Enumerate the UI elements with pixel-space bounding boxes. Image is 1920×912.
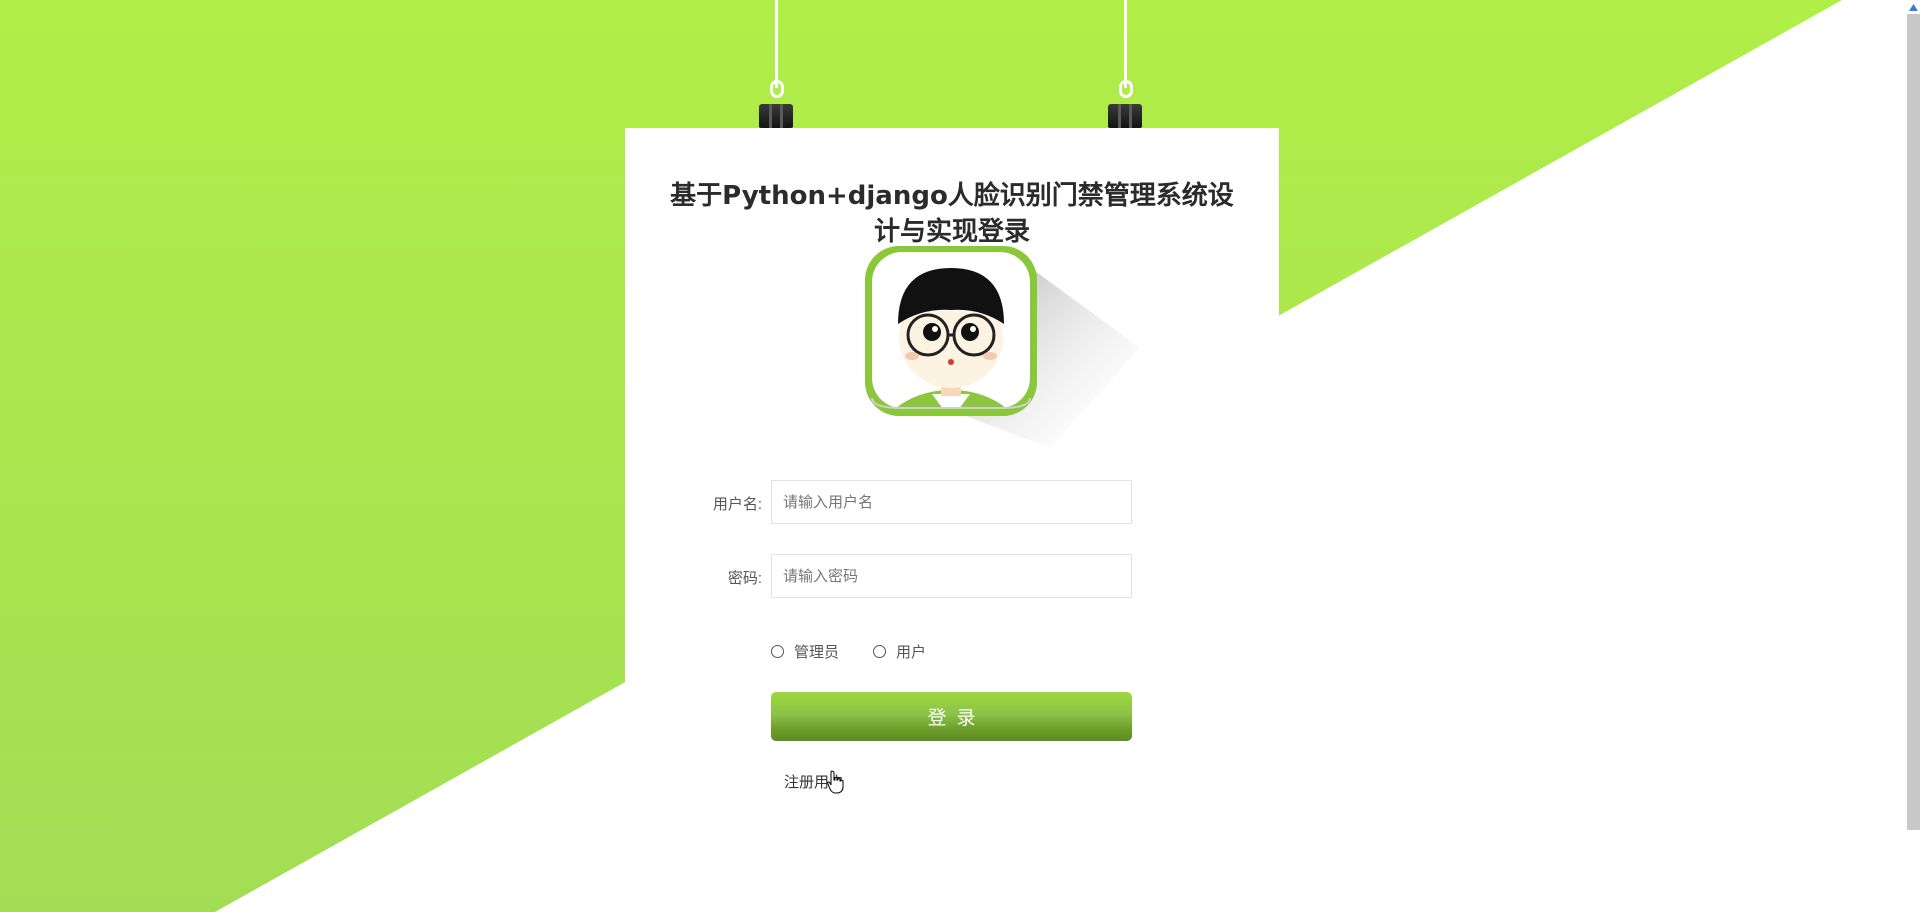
admin-radio[interactable] (771, 645, 784, 658)
username-label: 用户名: (712, 496, 762, 513)
admin-radio-label: 管理员 (794, 644, 840, 661)
role-option-user[interactable]: 用户 (873, 641, 926, 662)
binder-clip-right (1108, 104, 1142, 128)
hanging-string-right (1124, 0, 1127, 88)
password-input[interactable] (771, 554, 1132, 598)
login-page: 基于Python+django人脸识别门禁管理系统设计与实现登录 用户名: 请输… (0, 0, 1920, 912)
vertical-scrollbar[interactable] (1907, 0, 1920, 830)
user-radio[interactable] (873, 645, 886, 658)
role-option-admin[interactable]: 管理员 (771, 641, 839, 662)
clip-ring-left (770, 80, 784, 98)
binder-clip-left (759, 104, 793, 128)
hand-cursor-icon (827, 770, 844, 794)
cartoon-avatar-icon (865, 246, 1140, 448)
clip-ring-right (1119, 80, 1133, 98)
login-button[interactable]: 登录 (771, 692, 1132, 741)
scrollbar-up-arrow[interactable] (1907, 0, 1920, 14)
password-label: 密码: (727, 570, 762, 587)
username-input[interactable] (771, 480, 1132, 524)
hanging-string-left (775, 0, 778, 88)
arrow-up-icon (1909, 4, 1918, 11)
user-radio-label: 用户 (896, 644, 927, 661)
